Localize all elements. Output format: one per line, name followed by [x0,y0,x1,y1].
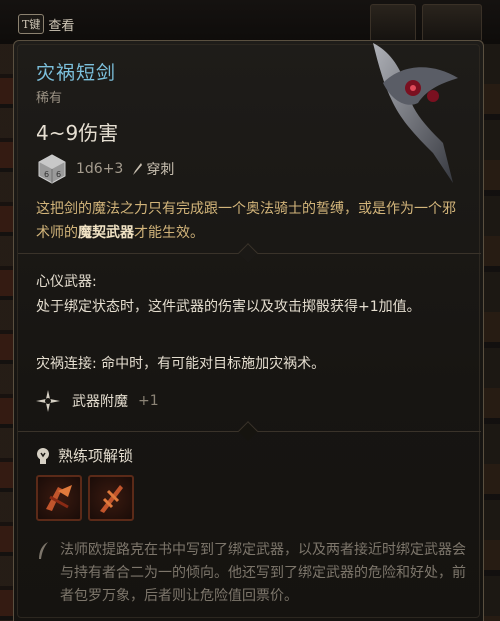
item-lore: 法师欧提路克在书中写到了绑定武器，以及两者接近时绑定武器会与持有者合二为一的倾向… [60,542,466,604]
proficiency-skills [36,475,134,521]
keycap-t: T键 [18,14,45,34]
quill-icon [39,542,48,559]
piercing-icon [133,163,143,175]
item-damage: 4~9伤害 [36,121,119,145]
inspect-label: 查看 [48,18,75,34]
bane-property: 灾祸连接: 命中时，有可能对目标施加灾祸术。 [36,356,326,372]
dice-icon: 6 6 [38,154,66,184]
desc-part: 才能生效。 [134,225,204,241]
pact-property-title: 心仪武器: [36,274,97,290]
item-rarity: 稀有 [36,91,63,106]
enchant-label: 武器附魔 [72,394,128,410]
item-description: 这把剑的魔法之力只有完成跟一个奥法骑士的誓缚，或是作为一个邪术师的魔契武器才能生… [36,197,466,245]
proficiency-unlock-label: 熟练项解锁 [58,447,134,465]
pact-property-text: 处于绑定状态时，这件武器的伤害以及攻击掷骰获得+1加值。 [36,299,421,315]
svg-text:6: 6 [56,170,61,179]
item-name: 灾祸短剑 [36,62,117,84]
weapon-skill-icon[interactable] [36,475,82,521]
enchantment-row: 武器附魔 +1 [34,389,159,413]
inventory-strip [0,0,500,44]
svg-text:6: 6 [44,170,49,179]
divider-notch [238,421,258,441]
damage-type: 穿刺 [131,159,174,179]
pact-weapon-keyword[interactable]: 魔契武器 [78,225,134,241]
enchant-value: +1 [138,393,159,409]
inspect-keyhint[interactable]: T键 查看 [18,14,74,34]
enchant-weapon-icon [36,390,60,412]
lightbulb-icon [37,447,49,464]
divider-notch [238,243,258,263]
damage-dice-row: 6 6 1d6+3 穿刺 [36,153,174,185]
damage-type-label: 穿刺 [146,162,175,178]
inventory-right-column [484,44,500,621]
damage-dice: 1d6+3 [76,161,124,177]
item-tooltip: 灾祸短剑 稀有 4~9伤害 6 6 1d6+3 穿刺 这把剑的魔法之力只有完成跟… [13,40,484,621]
inventory-slot[interactable] [422,4,482,42]
proficiency-unlock-row: 熟练项解锁 [36,445,133,466]
inventory-slot[interactable] [370,4,416,42]
weapon-skill-icon[interactable] [88,475,134,521]
dagger-icon [373,43,458,183]
